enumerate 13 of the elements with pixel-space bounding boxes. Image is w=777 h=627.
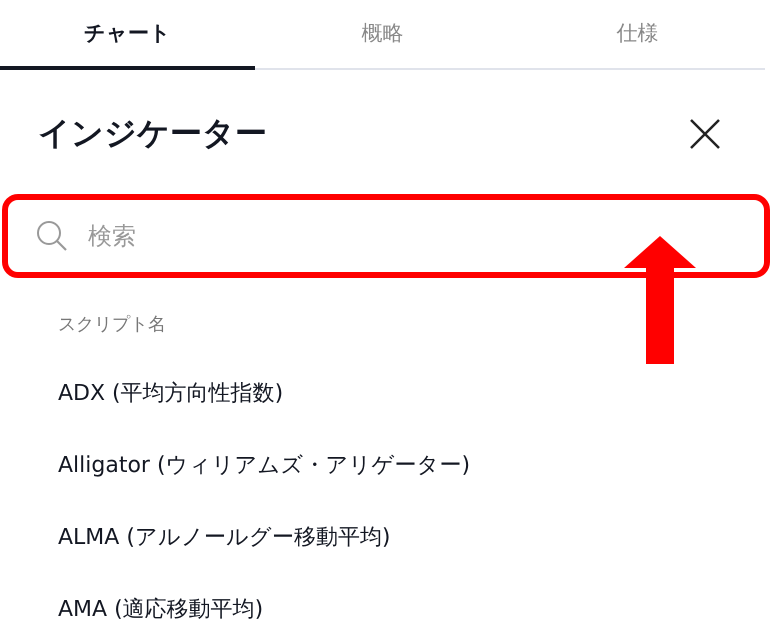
script-item[interactable]: AMA (適応移動平均) xyxy=(58,574,264,627)
script-item[interactable]: ADX (平均方向性指数) xyxy=(58,358,284,430)
search-field[interactable]: 検索 xyxy=(2,194,770,278)
panel-title: インジケーター xyxy=(38,113,267,154)
tab[interactable]: 概略 xyxy=(255,0,510,70)
script-item[interactable]: ALMA (アルノールグー移動平均) xyxy=(58,502,390,574)
search-icon xyxy=(36,220,68,252)
arrow-icon xyxy=(624,236,696,364)
tab[interactable]: チャート xyxy=(0,0,255,70)
close-icon[interactable] xyxy=(689,118,721,150)
tab[interactable]: 仕様 xyxy=(510,0,765,70)
section-heading: スクリプト名 xyxy=(58,313,167,337)
script-item[interactable]: Alligator (ウィリアムズ・アリゲーター) xyxy=(58,430,470,502)
